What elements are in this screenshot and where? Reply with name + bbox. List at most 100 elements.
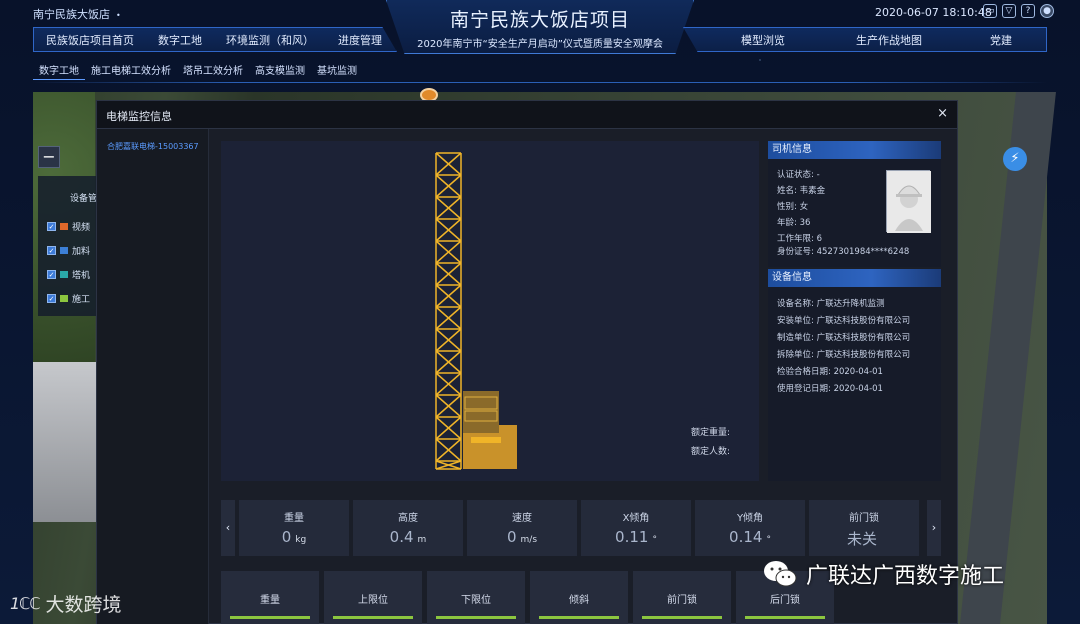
stat-weight: 重量 0 kg — [239, 500, 349, 556]
stat-value: 0 kg — [281, 528, 307, 546]
checkbox-icon[interactable]: ✓ — [47, 294, 56, 303]
stat-value: 0.11 ° — [615, 528, 657, 546]
stat-value: 0.14 ° — [729, 528, 771, 546]
status-bar — [539, 616, 619, 619]
shirt-icon[interactable]: ▽ — [1002, 4, 1016, 18]
project-switcher[interactable]: 南宁民族大饭店 • — [33, 6, 121, 22]
stat-label: 重量 — [284, 513, 304, 524]
monitor-icon[interactable]: ▭ — [983, 4, 997, 18]
status-tab-label: 后门锁 — [770, 595, 800, 606]
driver-avatar — [886, 170, 931, 233]
device-info-header: 设备信息 — [768, 269, 941, 287]
dropdown-dot-icon: • — [116, 11, 121, 20]
help-icon[interactable]: ? — [1021, 4, 1035, 18]
construction-icon — [60, 295, 68, 302]
nav-item-env-monitor[interactable]: 环境监测（和风） — [214, 32, 326, 48]
status-bar — [642, 616, 722, 619]
watermark-right: 广联达广西数字施工 — [762, 558, 1004, 590]
nav-item-progress[interactable]: 进度管理 — [326, 32, 394, 48]
status-tab-label: 前门锁 — [667, 595, 697, 606]
main-nav-left: 民族饭店项目首页 数字工地 环境监测（和风） 进度管理 — [33, 27, 397, 52]
layer-label: 视频 — [72, 223, 91, 233]
layer-panel: 设备管 ✓ 视频 ✓ 加料 ✓ 塔机 ✓ 施工 — [38, 176, 98, 316]
device-info-panel: 设备名称: 广联达升降机监测 安装单位: 广联达科技股份有限公司 制造单位: 广… — [768, 287, 941, 481]
stats-prev-button[interactable]: ‹ — [221, 500, 235, 556]
driver-name: 姓名: 韦素金 — [777, 186, 826, 196]
nav-item-digital-site[interactable]: 数字工地 — [146, 32, 214, 48]
status-tab-lower-limit[interactable]: 下限位 — [427, 571, 525, 624]
checkbox-icon[interactable]: ✓ — [47, 270, 56, 279]
status-tab-label: 重量 — [260, 595, 280, 606]
watermark-right-text: 广联达广西数字施工 — [806, 564, 1005, 589]
header-icons: ▭ ▽ ? ● — [983, 4, 1054, 18]
map-road — [960, 92, 1056, 624]
zoom-out-button[interactable]: − — [38, 146, 60, 168]
bolt-icon[interactable]: ⚡ — [1003, 147, 1027, 171]
device-name: 设备名称: 广联达升降机监测 — [777, 299, 885, 309]
status-tab-upper-limit[interactable]: 上限位 — [324, 571, 422, 624]
device-inspect-date: 检验合格日期: 2020-04-01 — [777, 367, 883, 377]
status-tab-weight[interactable]: 重量 — [221, 571, 319, 624]
device-removal-unit: 拆除单位: 广联达科技股份有限公司 — [777, 350, 911, 360]
stat-value: 未关 — [846, 530, 877, 548]
stat-value: 0.4 m — [389, 528, 427, 546]
subnav-elevator-analysis[interactable]: 施工电梯工效分析 — [85, 62, 177, 80]
elevator-visual: 额定重量: 额定人数: — [221, 141, 759, 481]
stat-label: 速度 — [512, 513, 532, 524]
device-install-unit: 安装单位: 广联达科技股份有限公司 — [777, 316, 911, 326]
modal-header: 电梯监控信息 × — [97, 101, 957, 129]
stat-label: X倾角 — [622, 513, 650, 524]
layer-item-video[interactable]: ✓ 视频 — [47, 220, 90, 233]
elevator-monitor-modal: 电梯监控信息 × 合肥嘉联电梯-15003367 额定重量: 额定人数: 司机信… — [96, 100, 958, 624]
crane-icon — [60, 271, 68, 278]
map-building — [33, 362, 98, 522]
watermark-left-text: 大数跨境 — [45, 594, 122, 616]
layer-item-hoist[interactable]: ✓ 加料 — [47, 244, 90, 257]
page-title: 南宁民族大饭店项目 — [449, 9, 630, 31]
stat-front-door: 前门锁 未关 — [809, 500, 919, 556]
checkbox-icon[interactable]: ✓ — [47, 222, 56, 231]
nav-item-production-map[interactable]: 生产作战地图 — [856, 32, 922, 48]
close-icon[interactable]: × — [937, 106, 948, 121]
nav-item-home[interactable]: 民族饭店项目首页 — [34, 32, 146, 48]
rated-load-label: 额定重量: — [691, 428, 731, 438]
stats-next-button[interactable]: › — [927, 500, 941, 556]
nav-item-model-browse[interactable]: 模型浏览 — [741, 32, 785, 48]
elevator-list-item[interactable]: 合肥嘉联电梯-15003367 — [107, 141, 199, 152]
stat-value: 0 m/s — [506, 528, 538, 546]
subnav-divider — [33, 82, 1047, 83]
subnav-digital-site[interactable]: 数字工地 — [33, 62, 85, 80]
status-tab-label: 上限位 — [358, 595, 388, 606]
checkbox-icon[interactable]: ✓ — [47, 246, 56, 255]
hoist-icon — [60, 247, 68, 254]
status-bar — [436, 616, 516, 619]
layer-label: 加料 — [72, 247, 91, 257]
driver-gender: 性别: 女 — [777, 202, 809, 212]
status-bar — [230, 616, 310, 619]
page-subtitle: 2020年南宁市“安全生产月启动”仪式暨质量安全观摩会 — [417, 39, 663, 50]
rated-persons-label: 额定人数: — [691, 447, 731, 457]
driver-auth-status: 认证状态: - — [777, 170, 820, 180]
stat-y-tilt: Y倾角 0.14 ° — [695, 500, 805, 556]
elevator-list: 合肥嘉联电梯-15003367 — [97, 129, 209, 624]
nav-item-party[interactable]: 党建 — [990, 32, 1012, 48]
subnav-formwork-monitor[interactable]: 高支模监测 — [249, 62, 311, 80]
driver-years: 工作年限: 6 — [777, 234, 822, 244]
layer-label: 施工 — [72, 295, 91, 305]
layer-panel-title: 设备管 — [70, 194, 98, 204]
datetime-display: 2020-06-07 18:10:48 — [875, 6, 992, 19]
stat-label: 高度 — [398, 513, 418, 524]
driver-info-header: 司机信息 — [768, 141, 941, 159]
main-nav-right: 模型浏览 生产作战地图 党建 — [683, 27, 1047, 52]
project-switcher-label: 南宁民族大饭店 — [33, 8, 110, 21]
layer-item-construction[interactable]: ✓ 施工 — [47, 292, 90, 305]
subnav-pit-monitor[interactable]: 基坑监测 — [311, 62, 363, 80]
status-tab-tilt[interactable]: 倾斜 — [530, 571, 628, 624]
subnav-crane-analysis[interactable]: 塔吊工效分析 — [177, 62, 249, 80]
user-avatar-icon[interactable]: ● — [1040, 4, 1054, 18]
status-tab-front-lock[interactable]: 前门锁 — [633, 571, 731, 624]
stat-speed: 速度 0 m/s — [467, 500, 577, 556]
device-manufacturer: 制造单位: 广联达科技股份有限公司 — [777, 333, 911, 343]
layer-item-crane[interactable]: ✓ 塔机 — [47, 268, 90, 281]
elevator-diagram — [435, 152, 517, 470]
